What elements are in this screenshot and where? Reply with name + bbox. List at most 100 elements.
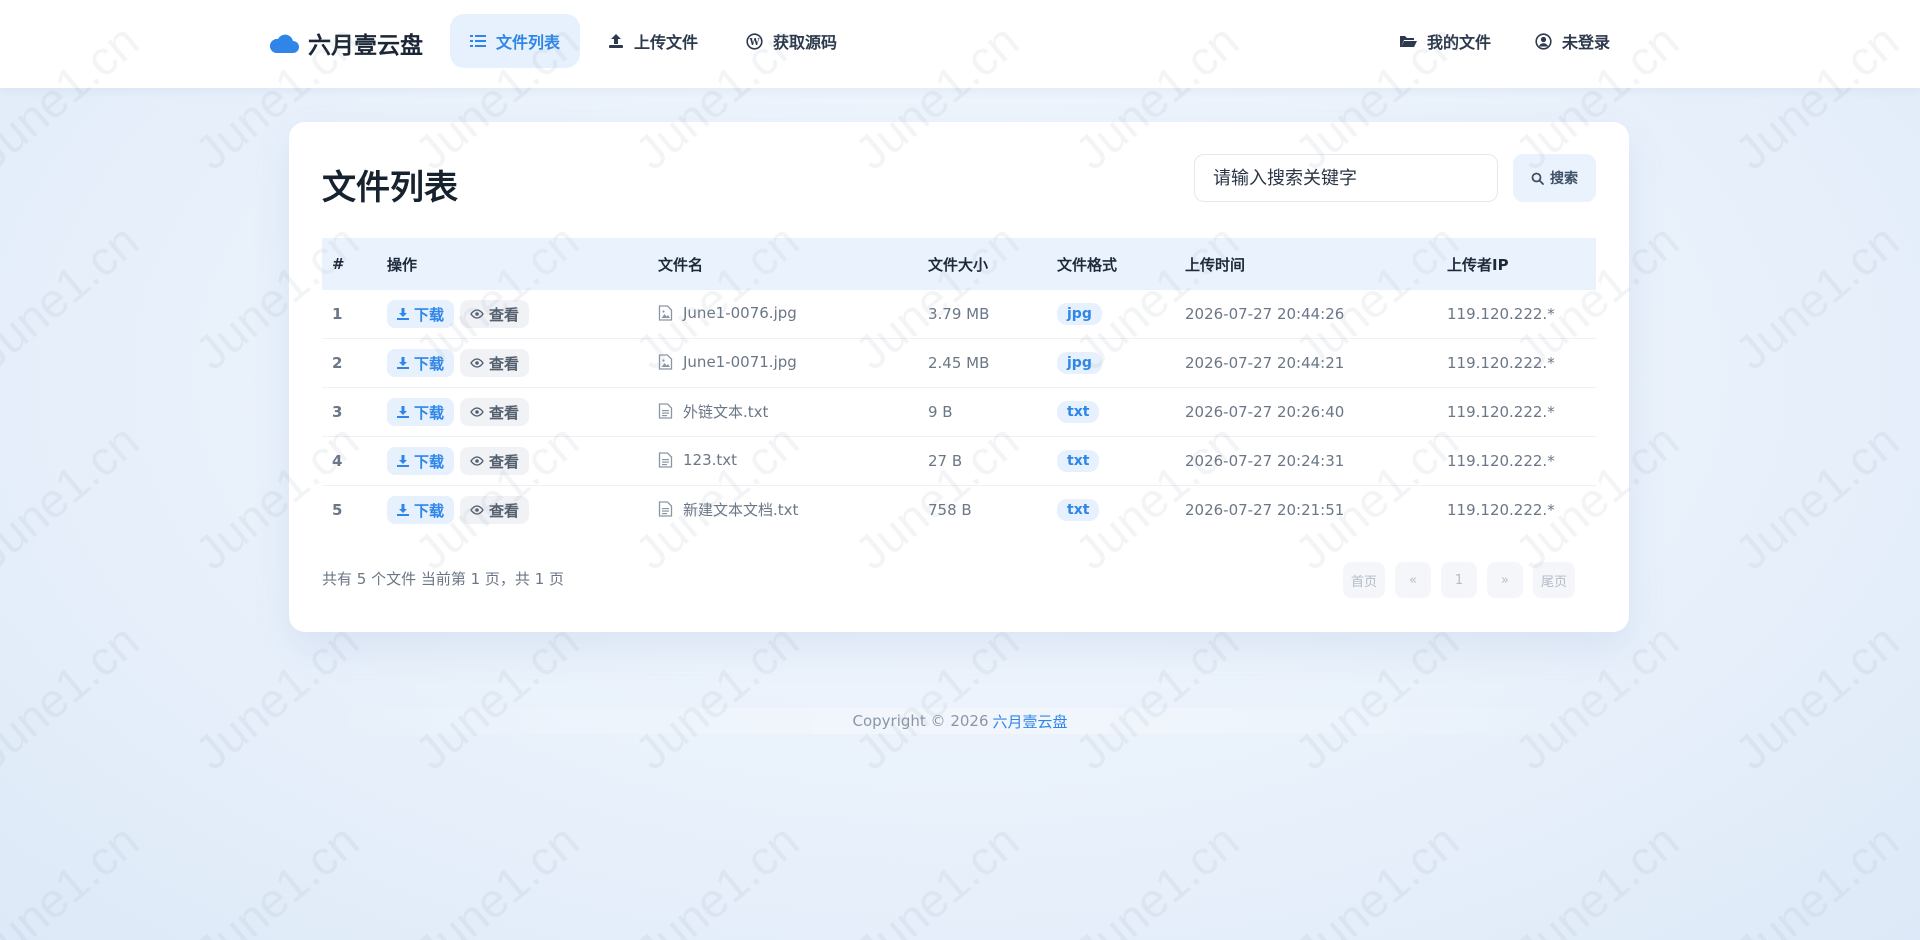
page-next-button[interactable]: » bbox=[1487, 562, 1524, 598]
row-index: 2 bbox=[322, 338, 377, 388]
watermark-text: June1.cn bbox=[405, 814, 590, 940]
row-format: txt bbox=[1047, 486, 1175, 535]
row-uploader-ip: 119.120.222.* bbox=[1437, 387, 1596, 437]
list-icon bbox=[470, 34, 486, 48]
download-icon bbox=[397, 406, 409, 418]
row-uploader-ip: 119.120.222.* bbox=[1437, 338, 1596, 388]
column-header: 文件大小 bbox=[918, 238, 1047, 290]
nav-item-label: 文件列表 bbox=[496, 33, 561, 52]
nav-item-label: 我的文件 bbox=[1426, 33, 1491, 52]
download-label: 下载 bbox=[414, 305, 445, 324]
download-label: 下载 bbox=[414, 501, 445, 520]
watermark-text: June1.cn bbox=[1725, 614, 1910, 781]
download-label: 下载 bbox=[414, 452, 445, 471]
row-filename: June1-0076.jpg bbox=[648, 290, 918, 339]
watermark-text: June1.cn bbox=[845, 614, 1030, 781]
view-label: 查看 bbox=[489, 354, 520, 373]
nav-item-file-list[interactable]: 文件列表 bbox=[450, 14, 581, 68]
nav-left: 文件列表 上传文件 W 获取源码 bbox=[450, 14, 857, 68]
cloud-icon bbox=[268, 31, 300, 55]
view-label: 查看 bbox=[489, 403, 520, 422]
nav-item-label: 未登录 bbox=[1561, 33, 1610, 52]
row-size: 3.79 MB bbox=[918, 290, 1047, 339]
view-label: 查看 bbox=[489, 501, 520, 520]
watermark-text: June1.cn bbox=[0, 214, 150, 381]
file-name[interactable]: June1-0076.jpg bbox=[683, 304, 797, 322]
file-name[interactable]: 外链文本.txt bbox=[683, 401, 768, 422]
footer: Copyright © 2026 六月壹云盘 bbox=[310, 708, 1610, 734]
row-filename: June1-0071.jpg bbox=[648, 338, 918, 388]
row-filename: 外链文本.txt bbox=[648, 387, 918, 437]
row-format: jpg bbox=[1047, 338, 1175, 388]
row-size: 2.45 MB bbox=[918, 338, 1047, 388]
nav-item-login[interactable]: 未登录 bbox=[1515, 14, 1630, 68]
table-header: # 操作 文件名 文件大小 文件格式 上传时间 上传者IP bbox=[322, 238, 1596, 290]
view-button[interactable]: 查看 bbox=[460, 398, 530, 426]
brand[interactable]: 六月壹云盘 bbox=[268, 22, 423, 64]
text-file-icon bbox=[658, 403, 673, 419]
page-prev-button[interactable]: « bbox=[1395, 562, 1432, 598]
row-uploader-ip: 119.120.222.* bbox=[1437, 436, 1596, 486]
search-button-label: 搜索 bbox=[1550, 171, 1578, 187]
download-label: 下载 bbox=[414, 403, 445, 422]
table-row: 5 下载 查看 新建文本文档.txt 758 B txt 2026-07-27 20:21:… bbox=[322, 486, 1596, 535]
watermark-text: June1.cn bbox=[1285, 814, 1470, 940]
eye-icon bbox=[470, 505, 484, 515]
table-row: 3 下载 查看 外链文本.txt 9 B txt 2026-07-27 20:26:40 11… bbox=[322, 387, 1596, 437]
row-size: 9 B bbox=[918, 387, 1047, 437]
footer-link[interactable]: 六月壹云盘 bbox=[993, 711, 1068, 732]
search-icon bbox=[1531, 172, 1544, 185]
format-badge: txt bbox=[1057, 401, 1100, 423]
download-button[interactable]: 下载 bbox=[387, 300, 455, 328]
row-size: 758 B bbox=[928, 501, 972, 519]
watermark-text: June1.cn bbox=[185, 814, 370, 940]
text-file-icon bbox=[658, 501, 673, 517]
download-icon bbox=[397, 504, 409, 516]
download-button[interactable]: 下载 bbox=[387, 349, 455, 377]
column-header: 上传者IP bbox=[1437, 238, 1596, 290]
search-button[interactable]: 搜索 bbox=[1513, 154, 1596, 202]
column-header: 文件格式 bbox=[1047, 238, 1175, 290]
folder-open-icon bbox=[1399, 34, 1417, 48]
page-last-button[interactable]: 尾页 bbox=[1533, 562, 1576, 598]
pagination: 首页 « 1 » 尾页 bbox=[1343, 562, 1576, 598]
view-button[interactable]: 查看 bbox=[460, 447, 530, 475]
row-actions: 下载 查看 bbox=[377, 290, 648, 339]
search-input[interactable] bbox=[1194, 154, 1498, 202]
column-header: 文件名 bbox=[648, 238, 918, 290]
row-size: 27 B bbox=[918, 436, 1047, 486]
view-button[interactable]: 查看 bbox=[460, 349, 530, 377]
page-current-button[interactable]: 1 bbox=[1441, 562, 1478, 598]
view-button[interactable]: 查看 bbox=[460, 496, 530, 524]
format-badge: jpg bbox=[1057, 303, 1102, 325]
download-button[interactable]: 下载 bbox=[387, 496, 455, 524]
row-actions: 下载 查看 bbox=[377, 338, 648, 388]
file-name[interactable]: 123.txt bbox=[683, 451, 737, 469]
watermark-text: June1.cn bbox=[1505, 814, 1690, 940]
row-actions: 下载 查看 bbox=[377, 387, 648, 437]
file-name[interactable]: 新建文本文档.txt bbox=[683, 499, 798, 520]
row-filename: 新建文本文档.txt bbox=[648, 486, 918, 535]
nav-item-source-code[interactable]: W 获取源码 bbox=[726, 14, 857, 68]
row-upload-time: 2026-07-27 20:26:40 bbox=[1175, 387, 1437, 437]
format-badge: jpg bbox=[1057, 352, 1102, 374]
row-actions: 下载 查看 bbox=[377, 486, 648, 535]
row-index: 1 bbox=[322, 290, 377, 339]
watermark-text: June1.cn bbox=[1725, 214, 1910, 381]
eye-icon bbox=[470, 456, 484, 466]
view-button[interactable]: 查看 bbox=[460, 300, 530, 328]
download-button[interactable]: 下载 bbox=[387, 398, 455, 426]
watermark-text: June1.cn bbox=[1725, 414, 1910, 581]
file-name[interactable]: June1-0071.jpg bbox=[683, 353, 797, 371]
nav-item-upload[interactable]: 上传文件 bbox=[588, 14, 718, 68]
image-file-icon bbox=[658, 304, 673, 321]
page-first-button[interactable]: 首页 bbox=[1343, 562, 1386, 598]
watermark-text: June1.cn bbox=[1065, 614, 1250, 781]
download-button[interactable]: 下载 bbox=[387, 447, 455, 475]
text-file-icon bbox=[658, 451, 673, 468]
eye-icon bbox=[470, 407, 484, 417]
nav-item-my-files[interactable]: 我的文件 bbox=[1379, 14, 1511, 68]
row-format: txt bbox=[1047, 436, 1175, 486]
table-row: 2 下载 查看 June1-0071.jpg 2.45 MB jpg 2026-07-27 … bbox=[322, 338, 1596, 388]
wordpress-icon: W bbox=[746, 32, 763, 50]
